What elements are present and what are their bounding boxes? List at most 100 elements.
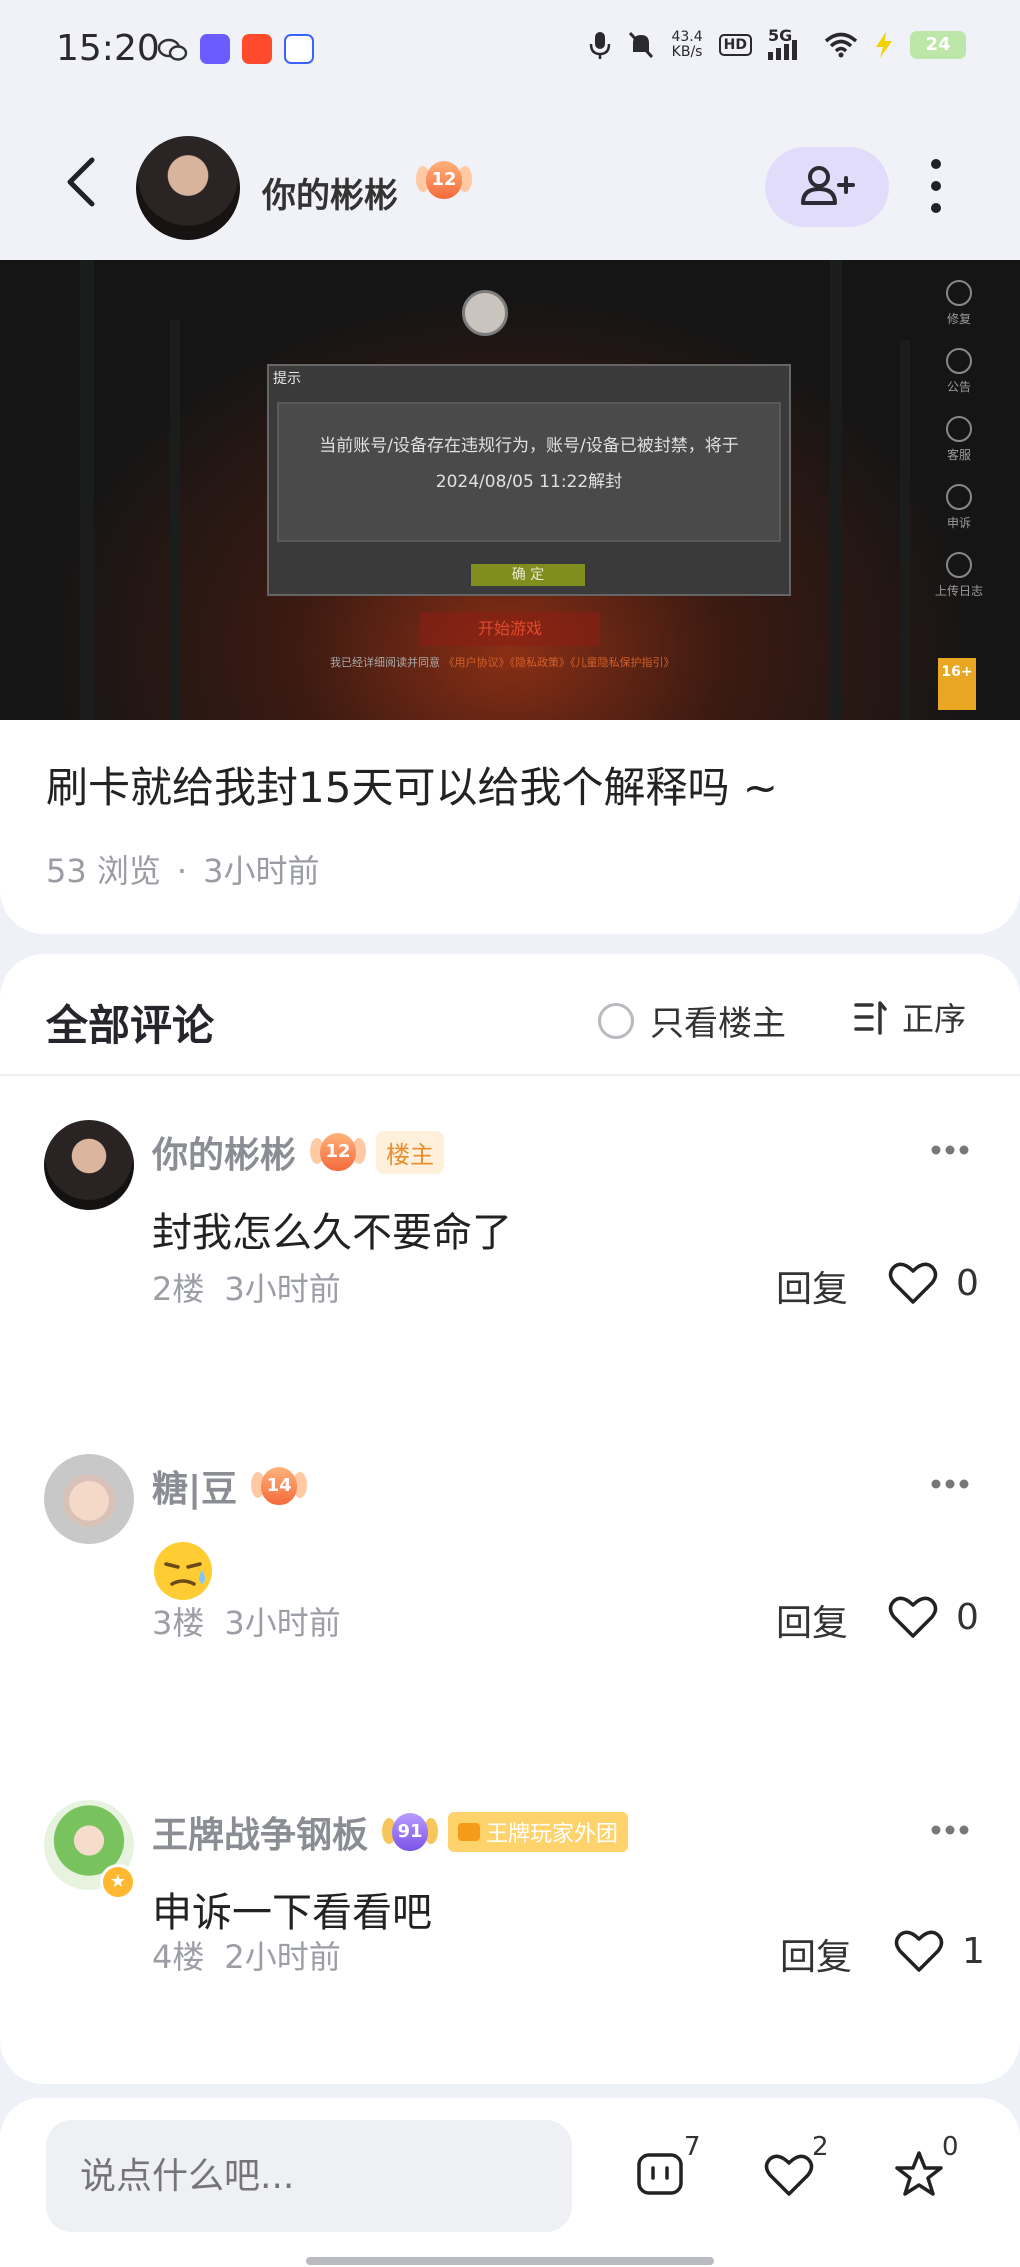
sort-icon bbox=[854, 1001, 887, 1035]
guild-tag-label: 王牌玩家外团 bbox=[486, 1822, 619, 1847]
net-speed: 43.4 KB/s bbox=[671, 30, 702, 60]
level-number: 14 bbox=[261, 1467, 298, 1505]
upload-icon bbox=[946, 552, 972, 578]
agreement-prefix: 我已经详细阅读并同意 bbox=[330, 656, 440, 669]
favorite-button[interactable]: 0 bbox=[894, 2132, 964, 2210]
level-badge: 91 bbox=[382, 1810, 439, 1854]
sweat-emoji-icon bbox=[154, 1542, 212, 1600]
level-number: 12 bbox=[320, 1133, 357, 1171]
sort-label: 正序 bbox=[902, 1000, 967, 1038]
level-number: 12 bbox=[426, 161, 462, 199]
commenter-name-row: 糖|豆 14 bbox=[152, 1460, 308, 1512]
comment-text: 封我怎么久不要命了 bbox=[152, 1210, 512, 1256]
reply-button[interactable]: 回复 bbox=[780, 1928, 852, 1980]
like-count: 2 bbox=[812, 2132, 829, 2162]
comment-count: 7 bbox=[684, 2132, 701, 2162]
game-menu-item: 客服 bbox=[934, 416, 984, 484]
game-menu-label: 公告 bbox=[946, 380, 971, 394]
agreement-links: 《用户协议》《隐私政策》《儿童隐私保护指引》 bbox=[443, 656, 675, 669]
like-button[interactable]: 1 bbox=[894, 1928, 985, 1974]
comment-footer: 2楼 3小时前 bbox=[152, 1264, 341, 1310]
bottom-action-bar: 7 2 0 bbox=[0, 2098, 1020, 2267]
battery-level: 24 bbox=[925, 34, 951, 55]
game-menu-item: 申诉 bbox=[934, 484, 984, 552]
comment-icon bbox=[637, 2153, 683, 2195]
net-speed-unit: KB/s bbox=[671, 44, 703, 60]
comment-item: 糖|豆 14 3楼 3小时前 回复 0 bbox=[0, 1454, 1020, 1704]
commenter-name[interactable]: 糖|豆 bbox=[152, 1460, 237, 1512]
level-badge: 14 bbox=[251, 1464, 308, 1508]
comment-time: 3小时前 bbox=[224, 1604, 341, 1642]
app-icon bbox=[242, 34, 272, 64]
comment-more-icon[interactable] bbox=[930, 1144, 970, 1156]
post-title: 刷卡就给我封15天可以给我个解释吗 ~ bbox=[46, 763, 778, 812]
support-icon bbox=[946, 416, 972, 442]
wifi-icon bbox=[824, 32, 858, 58]
floor-number: 2楼 bbox=[152, 1270, 205, 1308]
commenter-avatar[interactable] bbox=[44, 1120, 134, 1210]
author-name[interactable]: 你的彬彬 bbox=[262, 168, 398, 217]
more-vertical-icon[interactable] bbox=[918, 154, 954, 218]
game-menu-label: 修复 bbox=[946, 312, 971, 326]
level-badge: 12 bbox=[416, 158, 472, 202]
floor-number: 4楼 bbox=[152, 1938, 205, 1976]
comment-more-icon[interactable] bbox=[930, 1824, 970, 1836]
comment-item: ★ 王牌战争钢板 91 王牌玩家外团 申诉一下看看吧 4楼 2小时前 回复 1 bbox=[0, 1800, 1020, 2050]
level-number: 91 bbox=[392, 1813, 429, 1851]
only-host-toggle[interactable]: 只看楼主 bbox=[598, 996, 786, 1045]
heart-icon bbox=[888, 1596, 938, 1638]
comment-text: 申诉一下看看吧 bbox=[152, 1890, 432, 1936]
game-side-menu: 修复 公告 客服 申诉 上传日志 bbox=[934, 280, 984, 620]
app-header: 你的彬彬 12 bbox=[0, 100, 1020, 260]
post-image[interactable]: 修复 公告 客服 申诉 上传日志 提示 当前账号/设备存在违规行为，账号/设备已… bbox=[0, 260, 1020, 720]
like-button[interactable]: 0 bbox=[888, 1260, 979, 1306]
sort-button[interactable]: 正序 bbox=[852, 994, 966, 1040]
game-menu-label: 申诉 bbox=[946, 516, 971, 530]
comments-section: 全部评论 只看楼主 正序 你的彬彬 12 楼主 封我怎么久不要命了 2楼 3小时… bbox=[0, 954, 1020, 2084]
comment-time: 2小时前 bbox=[224, 1938, 341, 1976]
like-button[interactable]: 0 bbox=[888, 1594, 979, 1640]
like-count: 0 bbox=[956, 1596, 979, 1638]
host-tag: 楼主 bbox=[376, 1130, 445, 1174]
comment-time: 3小时前 bbox=[224, 1270, 341, 1308]
radio-icon bbox=[598, 1002, 634, 1039]
back-button[interactable] bbox=[56, 152, 108, 212]
follow-button[interactable] bbox=[765, 147, 889, 227]
comment-footer: 4楼 2小时前 bbox=[152, 1932, 341, 1978]
like-count: 0 bbox=[956, 1262, 979, 1304]
start-game-button: 开始游戏 bbox=[420, 612, 600, 646]
heart-icon bbox=[764, 2154, 814, 2196]
reply-button[interactable]: 回复 bbox=[776, 1260, 848, 1312]
comments-header: 全部评论 只看楼主 正序 bbox=[0, 954, 1020, 1076]
commenter-name-row: 你的彬彬 12 楼主 bbox=[152, 1126, 445, 1178]
reply-button[interactable]: 回复 bbox=[776, 1594, 848, 1646]
game-menu-label: 客服 bbox=[946, 448, 971, 462]
net-speed-value: 43.4 bbox=[671, 29, 703, 45]
view-count: 53 浏览 bbox=[46, 852, 161, 890]
commenter-avatar[interactable] bbox=[44, 1454, 134, 1544]
author-avatar[interactable] bbox=[136, 136, 240, 240]
like-count: 1 bbox=[962, 1930, 985, 1972]
comment-count-button[interactable]: 7 bbox=[636, 2132, 706, 2210]
hd-icon: HD bbox=[718, 34, 752, 56]
comment-more-icon[interactable] bbox=[930, 1478, 970, 1490]
like-post-button[interactable]: 2 bbox=[764, 2132, 834, 2210]
comment-input[interactable] bbox=[46, 2120, 572, 2232]
post-time: 3小时前 bbox=[203, 852, 320, 890]
post-meta: 53 浏览 · 3小时前 bbox=[46, 852, 320, 890]
status-time: 15:20 bbox=[56, 28, 160, 69]
dialog-title: 提示 bbox=[273, 371, 301, 387]
home-indicator[interactable] bbox=[306, 2257, 714, 2265]
game-menu-item: 公告 bbox=[934, 348, 984, 416]
comments-title: 全部评论 bbox=[46, 1001, 215, 1050]
commenter-name-row: 王牌战争钢板 91 王牌玩家外团 bbox=[152, 1806, 629, 1858]
guild-tag: 王牌玩家外团 bbox=[448, 1812, 629, 1852]
comment-item: 你的彬彬 12 楼主 封我怎么久不要命了 2楼 3小时前 回复 0 bbox=[0, 1120, 1020, 1370]
commenter-name[interactable]: 你的彬彬 bbox=[152, 1126, 296, 1178]
charging-icon bbox=[876, 32, 892, 58]
signal-icon: 5G bbox=[768, 26, 808, 60]
status-bar: 15:20 43.4 KB/s HD 5G 24 bbox=[0, 0, 1020, 100]
game-menu-item: 上传日志 bbox=[934, 552, 984, 620]
game-avatar bbox=[462, 290, 508, 336]
commenter-name[interactable]: 王牌战争钢板 bbox=[152, 1806, 368, 1858]
